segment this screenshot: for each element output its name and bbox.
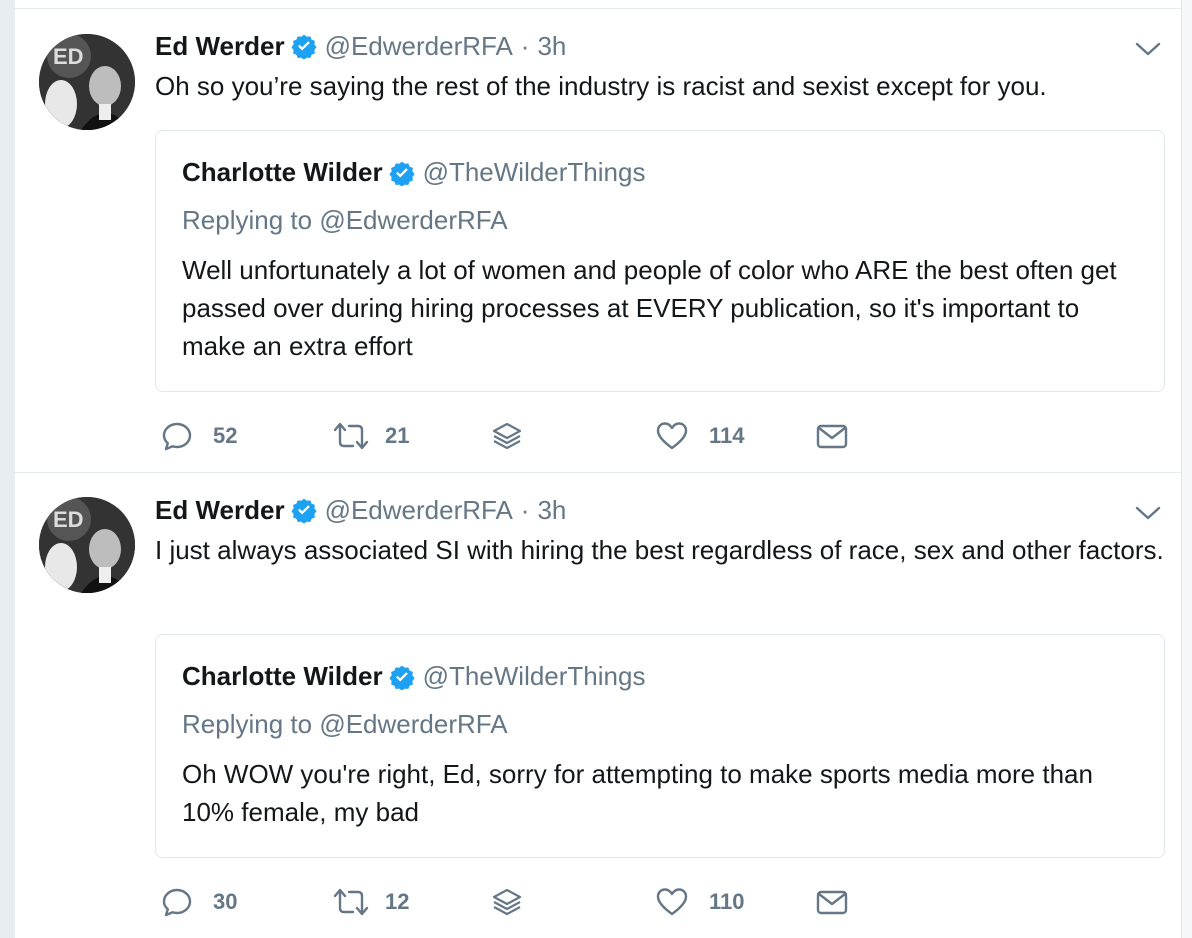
stack-icon: [492, 888, 522, 916]
tweet-header: Ed Werder @EdwerderRFA · 3h: [155, 30, 566, 62]
reply-icon: [162, 888, 192, 917]
verified-badge-icon: [290, 497, 317, 524]
retweet-icon: [333, 888, 369, 916]
envelope-icon: [816, 424, 848, 449]
stack-button[interactable]: [491, 416, 523, 456]
retweet-button[interactable]: 12: [331, 882, 409, 922]
author-handle[interactable]: @EdwerderRFA: [325, 31, 513, 62]
replying-to-label: Replying to: [182, 205, 313, 235]
verified-badge-icon: [388, 160, 415, 187]
retweet-icon: [333, 422, 369, 450]
quoted-tweet[interactable]: Charlotte Wilder @TheWilderThings Replyi…: [155, 634, 1165, 858]
caret-down-icon[interactable]: [1135, 504, 1161, 522]
reply-count: 30: [213, 889, 238, 914]
quoted-tweet[interactable]: Charlotte Wilder @TheWilderThings Replyi…: [155, 130, 1165, 392]
author-name[interactable]: Ed Werder: [155, 31, 285, 62]
quoted-author-name: Charlotte Wilder: [182, 661, 383, 691]
reply-button[interactable]: 52: [161, 416, 237, 456]
verified-badge-icon: [388, 664, 415, 691]
tweet-actions: 30 12 110: [161, 882, 861, 922]
heart-icon: [656, 888, 688, 916]
tweet-timestamp[interactable]: 3h: [537, 495, 566, 526]
tweet-timestamp[interactable]: 3h: [537, 31, 566, 62]
tweet-stream: ED Ed Werder @EdwerderRFA · 3h Oh so you…: [14, 0, 1192, 938]
svg-text:ED: ED: [53, 44, 84, 69]
quoted-tweet-text: Well unfortunately a lot of women and pe…: [182, 255, 1117, 361]
verified-badge-icon: [290, 33, 317, 60]
svg-text:ED: ED: [53, 507, 84, 532]
stack-icon: [492, 422, 522, 450]
envelope-icon: [816, 890, 848, 915]
replying-to-label: Replying to: [182, 709, 313, 739]
like-button[interactable]: 110: [655, 882, 745, 922]
caret-down-icon[interactable]: [1135, 40, 1161, 58]
heart-icon: [656, 422, 688, 450]
direct-message-button[interactable]: [815, 882, 849, 922]
retweet-count: 21: [385, 423, 410, 448]
tweet-text: Oh so you’re saying the rest of the indu…: [155, 71, 1047, 101]
tweet-1[interactable]: ED Ed Werder @EdwerderRFA · 3h Oh so you…: [15, 0, 1183, 472]
quoted-tweet-text: Oh WOW you're right, Ed, sorry for attem…: [182, 759, 1093, 827]
stack-button[interactable]: [491, 882, 523, 922]
author-name[interactable]: Ed Werder: [155, 495, 285, 526]
replying-to: Replying to @EdwerderRFA: [182, 205, 508, 236]
author-avatar[interactable]: ED: [39, 34, 135, 130]
page-edge: [1181, 0, 1192, 938]
quoted-author-handle: @TheWilderThings: [422, 661, 646, 691]
header-separator: ·: [520, 30, 530, 61]
author-handle[interactable]: @EdwerderRFA: [325, 495, 513, 526]
reply-count: 52: [213, 423, 238, 448]
tweet-header: Ed Werder @EdwerderRFA · 3h: [155, 494, 566, 526]
replying-to: Replying to @EdwerderRFA: [182, 709, 508, 740]
replying-to-handle: @EdwerderRFA: [319, 709, 508, 739]
tweet-2[interactable]: ED Ed Werder @EdwerderRFA · 3h I just al…: [15, 473, 1183, 938]
retweet-count: 12: [385, 889, 410, 914]
retweet-button[interactable]: 21: [331, 416, 409, 456]
author-avatar[interactable]: ED: [39, 497, 135, 593]
quoted-tweet-header: Charlotte Wilder @TheWilderThings: [182, 157, 645, 188]
quoted-author-name: Charlotte Wilder: [182, 157, 383, 187]
like-count: 110: [709, 889, 745, 914]
quoted-tweet-header: Charlotte Wilder @TheWilderThings: [182, 661, 645, 692]
reply-button[interactable]: 30: [161, 882, 237, 922]
direct-message-button[interactable]: [815, 416, 849, 456]
replying-to-handle: @EdwerderRFA: [319, 205, 508, 235]
reply-icon: [162, 422, 192, 451]
tweet-actions: 52 21 114: [161, 416, 861, 456]
tweet-text: I just always associated SI with hiring …: [155, 535, 1164, 565]
like-button[interactable]: 114: [655, 416, 745, 456]
header-separator: ·: [520, 494, 530, 525]
like-count: 114: [709, 423, 745, 448]
quoted-author-handle: @TheWilderThings: [422, 157, 646, 187]
